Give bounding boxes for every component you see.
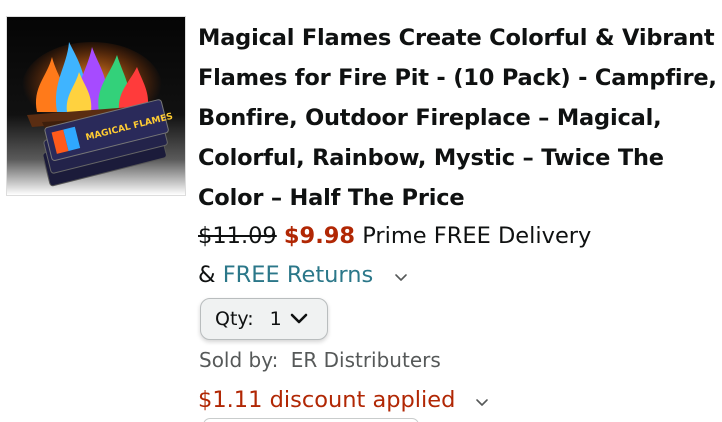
- returns-prefix: &: [198, 262, 216, 288]
- quantity-dropdown[interactable]: Qty: 1: [200, 298, 328, 340]
- free-returns-link[interactable]: FREE Returns: [223, 262, 374, 288]
- seller-name: ER Distributers: [290, 348, 441, 372]
- quantity-label: Qty:: [215, 308, 254, 330]
- partial-button[interactable]: [203, 418, 419, 422]
- cart-item-card: MAGICAL FLAMES Magical Flames Create Col…: [0, 0, 722, 422]
- product-image[interactable]: MAGICAL FLAMES: [6, 16, 186, 196]
- delivery-text: Prime FREE Delivery: [362, 223, 592, 249]
- discount-text: $1.11 discount applied: [198, 387, 456, 413]
- discount-applied[interactable]: $1.11 discount applied: [198, 383, 489, 418]
- price-line: $11.09 $9.98 Prime FREE Delivery: [198, 218, 591, 254]
- sold-by: Sold by: ER Distributers: [199, 345, 441, 375]
- sold-by-label: Sold by:: [199, 348, 279, 372]
- returns-line: & FREE Returns: [198, 257, 408, 294]
- chevron-down-icon[interactable]: [475, 384, 489, 418]
- quantity-value: 1: [269, 308, 282, 330]
- product-thumbnail-icon: MAGICAL FLAMES: [7, 17, 185, 195]
- list-price: $11.09: [198, 223, 277, 249]
- product-title[interactable]: Magical Flames Create Colorful & Vibrant…: [198, 18, 718, 218]
- chevron-down-icon: [290, 308, 308, 330]
- sale-price: $9.98: [283, 223, 356, 249]
- chevron-down-icon[interactable]: [394, 258, 408, 294]
